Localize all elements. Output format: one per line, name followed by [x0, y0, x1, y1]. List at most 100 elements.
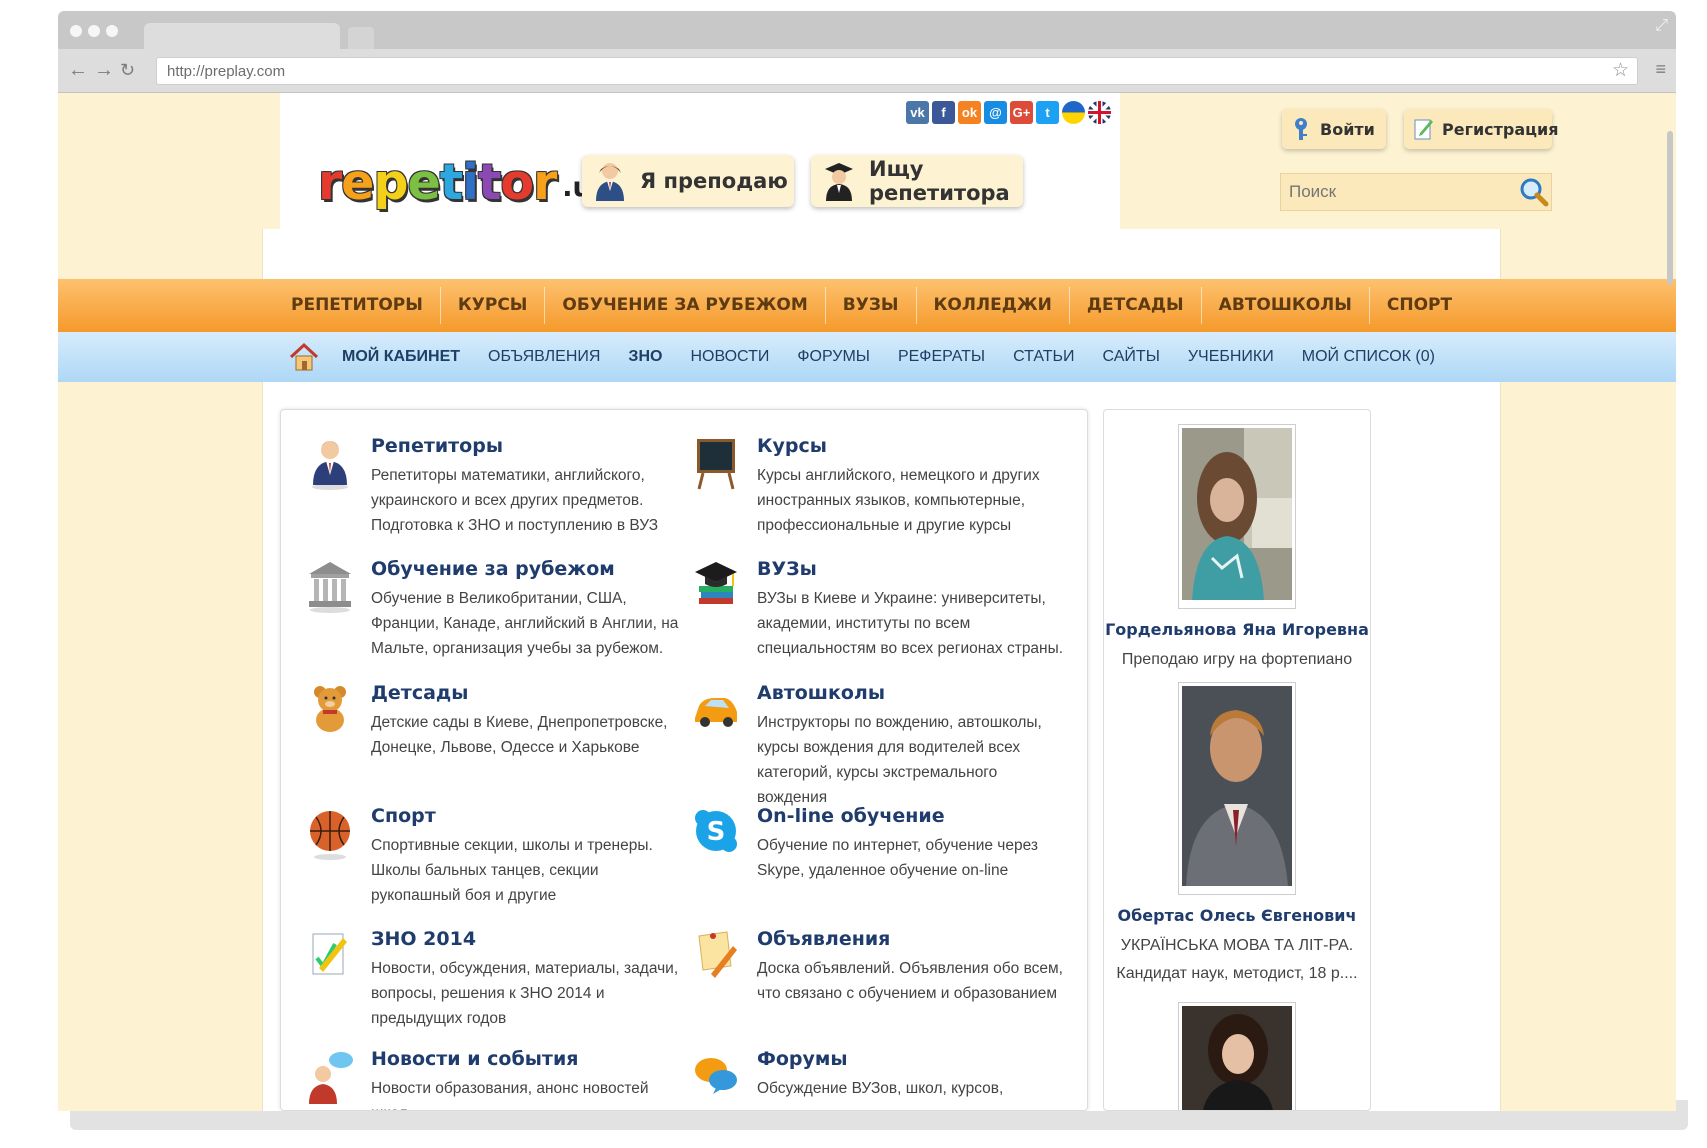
main-nav-item[interactable]: ДЕТСАДЫ: [1070, 287, 1202, 324]
twitter-icon-glyph: t: [1045, 105, 1050, 120]
search-button[interactable]: [1517, 175, 1551, 209]
category-title-link[interactable]: Репетиторы: [371, 435, 503, 457]
header-auth: Войти Регистрация: [1252, 93, 1559, 229]
category-title-link[interactable]: Новости и события: [371, 1048, 578, 1070]
twitter-icon[interactable]: t: [1036, 101, 1059, 124]
search-icon: [1520, 178, 1549, 207]
test-sheet-icon[interactable]: [305, 928, 355, 984]
window-maximize-dot[interactable]: [106, 25, 118, 37]
odnoklassniki-icon[interactable]: ok: [958, 101, 981, 124]
google-plus-icon[interactable]: G+: [1010, 101, 1033, 124]
main-nav-item[interactable]: КОЛЛЕДЖИ: [917, 287, 1070, 324]
vk-icon[interactable]: vk: [906, 101, 929, 124]
tutor-photo[interactable]: [1178, 682, 1296, 895]
category-description: Спортивные секции, школы и тренеры. Школ…: [371, 837, 653, 904]
tutor-card[interactable]: Гордельянова Яна Игоревна Преподаю игру …: [1104, 424, 1370, 669]
chat-bubbles-icon[interactable]: [691, 1048, 741, 1104]
skype-icon[interactable]: S: [691, 805, 741, 861]
sub-nav-item[interactable]: НОВОСТИ: [690, 348, 769, 366]
tutor-subject: Преподаю игру на фортепиано: [1121, 651, 1353, 668]
bookmark-star-icon[interactable]: ☆: [1612, 59, 1629, 82]
category-title-link[interactable]: Форумы: [757, 1048, 848, 1070]
category-description: Обучение в Великобритании, США, Франции,…: [371, 590, 679, 657]
category-item: S On-line обучение Обучение по интернет, о…: [691, 805, 1071, 925]
main-nav-item[interactable]: РЕПЕТИТОРЫ: [274, 287, 441, 324]
category-title-link[interactable]: Автошколы: [757, 682, 885, 704]
uk-flag-icon[interactable]: [1088, 101, 1111, 124]
home-icon[interactable]: [288, 341, 320, 373]
sub-nav-item[interactable]: СТАТЬИ: [1013, 348, 1074, 366]
sub-nav-item[interactable]: РЕФЕРАТЫ: [898, 348, 985, 366]
tutor-photo[interactable]: [1178, 1002, 1296, 1110]
sub-nav-item[interactable]: ОБЪЯВЛЕНИЯ: [488, 348, 600, 366]
reload-icon[interactable]: ↻: [120, 58, 135, 82]
new-tab-button[interactable]: [348, 27, 374, 51]
sub-nav-item[interactable]: САЙТЫ: [1103, 348, 1160, 366]
back-icon[interactable]: ←: [68, 58, 88, 82]
address-bar[interactable]: http://preplay.com ☆: [156, 57, 1638, 85]
browser-titlebar: ⤢: [58, 11, 1676, 51]
i-teach-label: Я преподаю: [640, 169, 788, 193]
graduation-cap-books-icon[interactable]: [691, 558, 741, 614]
teacher-avatar-icon: [594, 161, 626, 201]
moimir-icon[interactable]: @: [984, 101, 1007, 124]
sub-nav-item[interactable]: УЧЕБНИКИ: [1188, 348, 1274, 366]
facebook-icon[interactable]: f: [932, 101, 955, 124]
tutor-card[interactable]: Обертас Олесь Євгенович УКРАЇНСЬКА МОВА …: [1104, 682, 1370, 983]
category-title-link[interactable]: Обучение за рубежом: [371, 558, 615, 580]
main-nav: РЕПЕТИТОРЫ КУРСЫ ОБУЧЕНИЕ ЗА РУБЕЖОМ ВУЗЫ КО…: [58, 279, 1676, 332]
fullscreen-icon[interactable]: ⤢: [1655, 17, 1668, 35]
tutor-name[interactable]: Гордельянова Яна Игоревна: [1104, 620, 1370, 639]
sub-nav-item[interactable]: МОЙ КАБИНЕТ: [342, 348, 460, 366]
main-nav-item[interactable]: ВУЗЫ: [826, 287, 917, 324]
sub-nav-item[interactable]: МОЙ СПИСОК (0): [1302, 348, 1435, 366]
search-box: [1280, 173, 1552, 211]
car-icon[interactable]: [691, 682, 741, 738]
news-person-icon[interactable]: [305, 1048, 355, 1104]
chalkboard-icon[interactable]: [691, 435, 741, 491]
i-teach-button[interactable]: Я преподаю: [582, 155, 794, 207]
category-title-link[interactable]: Курсы: [757, 435, 827, 457]
category-item: Автошколы Инструкторы по вождению, автошк…: [691, 682, 1071, 806]
tutor-name[interactable]: Обертас Олесь Євгенович: [1104, 906, 1370, 925]
student-avatar-icon: [823, 161, 855, 201]
main-nav-item[interactable]: АВТОШКОЛЫ: [1202, 287, 1370, 324]
browser-menu-icon[interactable]: ≡: [1655, 59, 1666, 80]
site-logo[interactable]: repetitor .ua: [318, 151, 610, 211]
ukraine-flag-icon[interactable]: [1062, 101, 1085, 124]
category-description: ВУЗы в Киеве и Украине: университеты, ак…: [757, 590, 1064, 657]
window-minimize-dot[interactable]: [88, 25, 100, 37]
find-tutor-label: Ищу репетитора: [869, 157, 1010, 205]
category-title-link[interactable]: ЗНО 2014: [371, 928, 476, 950]
main-nav-item[interactable]: СПОРТ: [1370, 287, 1469, 324]
google-plus-icon-glyph: G+: [1012, 105, 1031, 120]
forward-icon[interactable]: →: [94, 58, 114, 82]
search-input[interactable]: [1281, 174, 1517, 210]
window-close-dot[interactable]: [70, 25, 82, 37]
category-title-link[interactable]: ВУЗы: [757, 558, 817, 580]
university-building-icon[interactable]: [305, 558, 355, 614]
teddy-bear-icon[interactable]: [305, 682, 355, 738]
register-button[interactable]: Регистрация: [1404, 109, 1559, 149]
header-main: repetitor .ua vk fok @ G+ t Я преподаю Ищу р…: [280, 93, 1120, 229]
note-pencil-icon[interactable]: [691, 928, 741, 984]
browser-tab[interactable]: [144, 23, 340, 51]
category-title-link[interactable]: On-line обучение: [757, 805, 945, 827]
tutor-person-icon[interactable]: [305, 435, 355, 491]
find-tutor-button[interactable]: Ищу репетитора: [811, 155, 1023, 207]
basketball-icon[interactable]: [305, 805, 355, 861]
category-title-link[interactable]: Объявления: [757, 928, 890, 950]
login-label: Войти: [1320, 119, 1375, 139]
facebook-icon-glyph: f: [941, 105, 946, 120]
category-title-link[interactable]: Детсады: [371, 682, 468, 704]
main-nav-item[interactable]: КУРСЫ: [441, 287, 546, 324]
tutor-card[interactable]: [1104, 1002, 1370, 1110]
sub-nav-item[interactable]: ФОРУМЫ: [797, 348, 870, 366]
login-button[interactable]: Войти: [1282, 109, 1386, 149]
main-nav-items: РЕПЕТИТОРЫ КУРСЫ ОБУЧЕНИЕ ЗА РУБЕЖОМ ВУЗЫ КО…: [274, 279, 1469, 332]
tutor-photo[interactable]: [1178, 424, 1296, 609]
page-scrollbar[interactable]: [1667, 131, 1673, 285]
sub-nav-item[interactable]: ЗНО: [628, 348, 662, 366]
main-nav-item[interactable]: ОБУЧЕНИЕ ЗА РУБЕЖОМ: [545, 287, 826, 324]
category-title-link[interactable]: Спорт: [371, 805, 436, 827]
